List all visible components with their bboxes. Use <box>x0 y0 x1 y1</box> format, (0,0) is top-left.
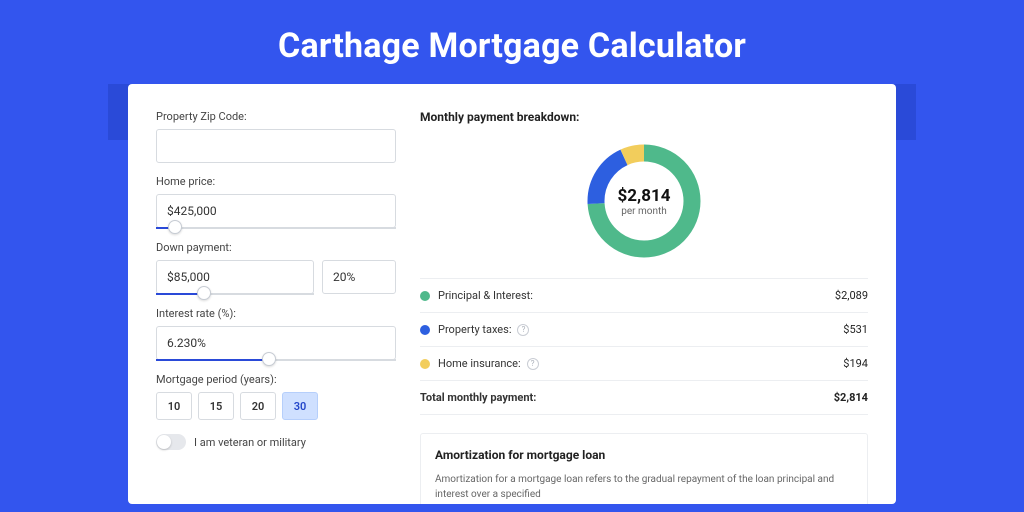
legend-name: Principal & Interest: <box>438 289 533 302</box>
slider-thumb[interactable] <box>262 352 276 366</box>
legend-total: Total monthly payment: $2,814 <box>420 381 868 415</box>
interest-slider[interactable] <box>156 359 396 361</box>
home-price-row: Home price: <box>156 175 396 229</box>
total-value: $2,814 <box>834 391 868 404</box>
zip-label: Property Zip Code: <box>156 110 396 123</box>
veteran-toggle[interactable] <box>156 434 186 450</box>
period-label: Mortgage period (years): <box>156 373 396 386</box>
donut-chart: $2,814 per month <box>420 138 868 264</box>
donut-center: $2,814 per month <box>581 138 707 264</box>
total-label: Total monthly payment: <box>420 391 536 404</box>
period-button-20[interactable]: 20 <box>240 392 276 420</box>
legend: Principal & Interest: $2,089 Property taxe… <box>420 278 868 415</box>
legend-item: Property taxes:? $531 <box>420 313 868 347</box>
legend-dot <box>420 291 430 301</box>
breakdown-column: Monthly payment breakdown: $2,814 per mo… <box>420 110 868 504</box>
period-button-30[interactable]: 30 <box>282 392 318 420</box>
legend-value: $2,089 <box>835 289 868 302</box>
legend-name: Property taxes: <box>438 323 511 336</box>
interest-input[interactable] <box>156 326 396 360</box>
down-payment-row: Down payment: <box>156 241 396 295</box>
home-price-slider[interactable] <box>156 227 396 229</box>
legend-name: Home insurance: <box>438 357 521 370</box>
period-button-10[interactable]: 10 <box>156 392 192 420</box>
interest-row: Interest rate (%): <box>156 307 396 361</box>
legend-dot <box>420 325 430 335</box>
donut-amount: $2,814 <box>618 186 671 206</box>
veteran-row: I am veteran or military <box>156 434 396 450</box>
period-button-15[interactable]: 15 <box>198 392 234 420</box>
inputs-column: Property Zip Code: Home price: Down paym… <box>156 110 396 504</box>
legend-value: $194 <box>843 357 868 370</box>
home-price-label: Home price: <box>156 175 396 188</box>
slider-thumb[interactable] <box>168 220 182 234</box>
period-buttons: 10152030 <box>156 392 396 420</box>
zip-row: Property Zip Code: <box>156 110 396 163</box>
legend-dot <box>420 359 430 369</box>
page-title: Carthage Mortgage Calculator <box>0 0 1024 84</box>
legend-value: $531 <box>843 323 868 336</box>
info-icon[interactable]: ? <box>527 358 539 370</box>
amortization-body: Amortization for a mortgage loan refers … <box>435 472 853 502</box>
info-icon[interactable]: ? <box>517 324 529 336</box>
zip-input[interactable] <box>156 129 396 163</box>
veteran-label: I am veteran or military <box>194 436 306 449</box>
home-price-input[interactable] <box>156 194 396 228</box>
legend-item: Home insurance:? $194 <box>420 347 868 381</box>
legend-item: Principal & Interest: $2,089 <box>420 279 868 313</box>
donut-per-month: per month <box>621 206 667 217</box>
breakdown-title: Monthly payment breakdown: <box>420 110 868 124</box>
period-row: Mortgage period (years): 10152030 <box>156 373 396 420</box>
calculator-card: Property Zip Code: Home price: Down paym… <box>128 84 896 504</box>
down-payment-pct-input[interactable] <box>322 260 396 294</box>
slider-thumb[interactable] <box>197 286 211 300</box>
amortization-title: Amortization for mortgage loan <box>435 448 853 462</box>
interest-label: Interest rate (%): <box>156 307 396 320</box>
down-payment-label: Down payment: <box>156 241 396 254</box>
down-payment-input[interactable] <box>156 260 314 294</box>
amortization-section: Amortization for mortgage loan Amortizat… <box>420 433 868 504</box>
down-payment-slider[interactable] <box>156 293 314 295</box>
